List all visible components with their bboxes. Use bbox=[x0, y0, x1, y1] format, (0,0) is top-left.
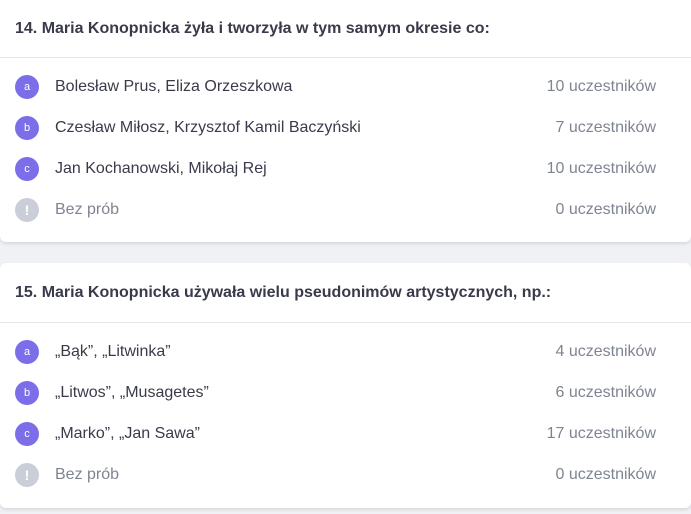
participant-count: 7 uczestników bbox=[555, 118, 657, 136]
participant-count: 0 uczestników bbox=[555, 465, 657, 483]
question-card-15: 15. Maria Konopnicka używała wielu pseud… bbox=[0, 263, 691, 508]
answer-letter-badge: a bbox=[15, 339, 39, 364]
exclamation-icon: ! bbox=[15, 197, 39, 222]
answer-row-b[interactable]: b Czesław Miłosz, Krzysztof Kamil Baczyń… bbox=[0, 107, 691, 148]
answer-letter-badge: b bbox=[15, 380, 39, 405]
answer-row-c[interactable]: c Jan Kochanowski, Mikołaj Rej 10 uczest… bbox=[0, 148, 691, 189]
answer-letter-badge: b bbox=[15, 115, 39, 140]
question-title: 14. Maria Konopnicka żyła i tworzyła w t… bbox=[0, 0, 691, 58]
question-title: 15. Maria Konopnicka używała wielu pseud… bbox=[0, 263, 691, 323]
answer-text: „Litwos”, „Musagetes” bbox=[55, 383, 209, 401]
answer-text: Bolesław Prus, Eliza Orzeszkowa bbox=[55, 77, 293, 95]
answer-text: Jan Kochanowski, Mikołaj Rej bbox=[55, 159, 267, 177]
answer-row-a[interactable]: a Bolesław Prus, Eliza Orzeszkowa 10 ucz… bbox=[0, 66, 691, 107]
answer-text: „Marko”, „Jan Sawa” bbox=[55, 424, 200, 442]
question-card-14: 14. Maria Konopnicka żyła i tworzyła w t… bbox=[0, 0, 691, 242]
answer-row-c[interactable]: c „Marko”, „Jan Sawa” 17 uczestników bbox=[0, 413, 691, 454]
answer-row-b[interactable]: b „Litwos”, „Musagetes” 6 uczestników bbox=[0, 372, 691, 413]
answer-letter-badge: a bbox=[15, 74, 39, 99]
participant-count: 4 uczestników bbox=[555, 342, 657, 360]
participant-count: 17 uczestników bbox=[546, 424, 656, 442]
exclamation-icon: ! bbox=[15, 462, 39, 487]
answer-text: „Bąk”, „Litwinka” bbox=[55, 342, 171, 360]
answer-row-no-attempt[interactable]: ! Bez prób 0 uczestników bbox=[0, 189, 691, 230]
answer-row-a[interactable]: a „Bąk”, „Litwinka” 4 uczestników bbox=[0, 331, 691, 372]
answer-list: a „Bąk”, „Litwinka” 4 uczestników b „Lit… bbox=[0, 323, 691, 495]
participant-count: 10 uczestników bbox=[546, 159, 656, 177]
participant-count: 10 uczestników bbox=[546, 77, 656, 95]
participant-count: 0 uczestników bbox=[555, 200, 657, 218]
answer-letter-badge: c bbox=[15, 156, 39, 181]
answer-text: Czesław Miłosz, Krzysztof Kamil Baczyńsk… bbox=[55, 118, 361, 136]
answer-text: Bez prób bbox=[55, 200, 120, 218]
answer-text: Bez prób bbox=[55, 465, 120, 483]
answer-list: a Bolesław Prus, Eliza Orzeszkowa 10 ucz… bbox=[0, 58, 691, 230]
answer-letter-badge: c bbox=[15, 421, 39, 446]
participant-count: 6 uczestników bbox=[555, 383, 657, 401]
answer-row-no-attempt[interactable]: ! Bez prób 0 uczestników bbox=[0, 454, 691, 495]
